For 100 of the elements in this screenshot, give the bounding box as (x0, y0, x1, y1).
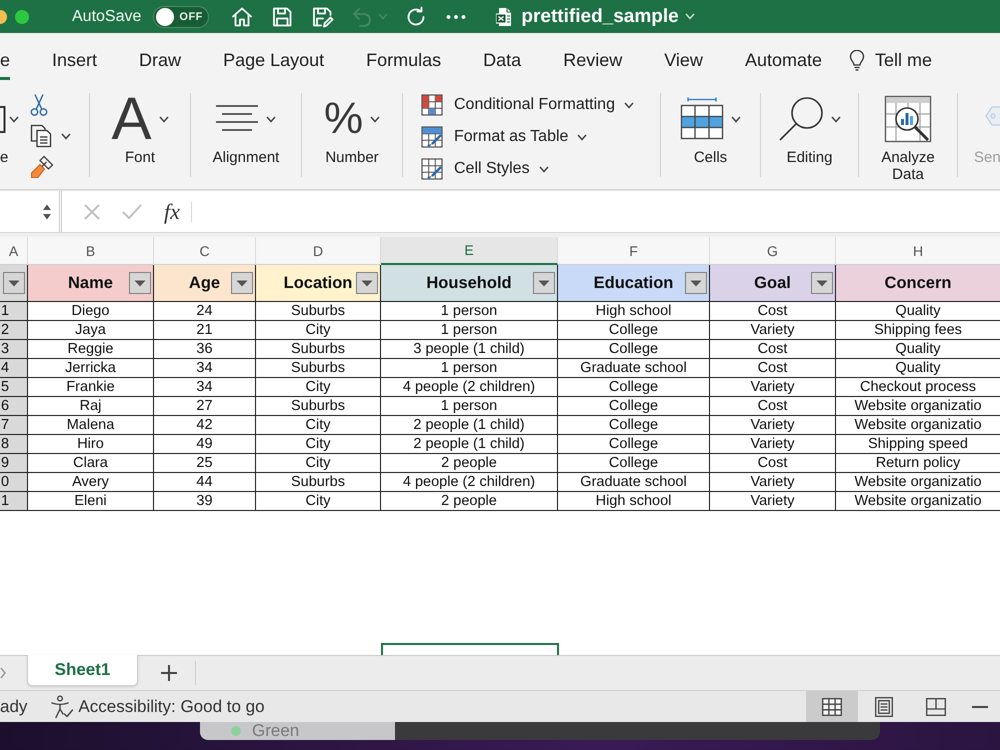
ribbon-tab[interactable]: Data (483, 41, 522, 80)
zoom-out-icon[interactable] (972, 704, 988, 708)
table-cell: 34 (154, 378, 256, 397)
caret-icon[interactable] (9, 116, 19, 122)
header-label: Name (67, 274, 114, 292)
ribbon-tab[interactable]: e (0, 41, 10, 80)
caret-icon[interactable] (538, 166, 549, 172)
filter-dropdown-button[interactable] (129, 272, 151, 294)
document-title[interactable]: prettified_sample (521, 6, 679, 28)
add-sheet-icon[interactable] (160, 664, 178, 682)
editing-button[interactable]: Editing (778, 93, 841, 167)
accessibility-icon[interactable] (50, 694, 74, 718)
column-header[interactable]: D (256, 237, 381, 265)
highlighted-grid-icon (421, 94, 443, 116)
scissors-icon[interactable] (30, 93, 48, 117)
sidebar-label: Green (252, 722, 300, 740)
tell-me-search[interactable]: Tell me (874, 50, 932, 71)
column-header[interactable]: B (28, 237, 154, 265)
sheet-tab[interactable]: Sheet1 (27, 655, 138, 686)
chart-magnifier-icon (884, 95, 932, 143)
cell-styles-button[interactable]: Cell Styles (421, 155, 634, 183)
insert-function-button[interactable]: fx (164, 198, 180, 224)
analyze-data-button[interactable]: Analyze Data (872, 93, 944, 183)
table-cell: Diego (28, 302, 154, 321)
table-cell: Website organizatio (836, 492, 1000, 511)
accessibility-status[interactable]: Accessibility: Good to go (78, 696, 265, 716)
lightbulb-icon[interactable] (848, 50, 865, 72)
table-cell: City (256, 492, 381, 511)
ribbon-tab[interactable]: View (664, 41, 703, 80)
table-cell: Suburbs (256, 302, 381, 321)
table-cell: Variety (710, 378, 836, 397)
table-cell: City (256, 416, 381, 435)
caret-icon[interactable] (624, 102, 634, 108)
copy-icon[interactable] (30, 124, 52, 148)
table-cell: Cost (710, 397, 836, 416)
table-cell: Quality (836, 302, 1000, 321)
format-as-table-button[interactable]: Format as Table (421, 123, 634, 151)
column-header[interactable]: E (381, 237, 558, 265)
normal-view-button[interactable] (806, 691, 858, 722)
clipboard-icon (0, 104, 6, 134)
table-cell: Cost (710, 454, 836, 473)
table-cell: City (256, 321, 381, 340)
paste-button[interactable]: e (0, 93, 19, 167)
number-button[interactable]: % Number (324, 93, 380, 167)
autosave-toggle[interactable]: OFF (153, 6, 210, 28)
caret-icon[interactable] (577, 134, 588, 140)
column-header[interactable]: G (710, 237, 836, 265)
zoom-button[interactable] (15, 10, 29, 24)
caret-icon[interactable] (831, 116, 841, 122)
ribbon-tab[interactable]: Automate (744, 41, 822, 80)
column-header[interactable]: H (836, 237, 1000, 265)
table-cell: Return policy (836, 454, 1000, 473)
column-header[interactable]: A (0, 237, 28, 265)
table-cell: 1 (0, 302, 28, 321)
caret-icon[interactable] (158, 116, 169, 122)
ribbon-tab[interactable]: Page Layout (223, 41, 324, 80)
table-cell: Shipping speed (836, 435, 1000, 454)
ribbon-tab[interactable]: Review (563, 41, 622, 80)
header-label: Concern (884, 274, 952, 292)
stepper-icon[interactable] (42, 202, 52, 220)
filter-dropdown-button[interactable] (685, 272, 707, 294)
filter-dropdown-button[interactable] (356, 272, 378, 294)
table-cell: Variety (710, 416, 836, 435)
table-cell: Shipping fees (836, 321, 1000, 340)
table-cell: 1 person (381, 302, 558, 321)
table-cell: City (256, 435, 381, 454)
table-cell: Website organizatio (836, 416, 1000, 435)
home-icon[interactable] (230, 4, 254, 28)
ribbon-tab[interactable]: Draw (139, 41, 182, 80)
header-label: Education (592, 274, 674, 292)
split-page-icon (926, 698, 946, 716)
caret-icon[interactable] (266, 116, 276, 122)
font-button[interactable]: A Font (111, 93, 169, 167)
table-cell: Quality (836, 340, 1000, 359)
table-cell: Variety (710, 492, 836, 511)
caret-icon[interactable] (61, 132, 71, 140)
table-cell: 21 (154, 321, 256, 340)
cell-brush-icon (421, 158, 443, 180)
save-edit-icon[interactable] (310, 4, 334, 28)
filter-dropdown-button[interactable] (533, 272, 555, 294)
table-brush-icon (421, 126, 443, 148)
alignment-button[interactable]: Alignment (212, 93, 280, 167)
table-cell: Malena (28, 416, 154, 435)
save-icon[interactable] (270, 4, 294, 28)
ribbon-tab[interactable]: Insert (52, 41, 98, 80)
minimize-button[interactable] (0, 10, 7, 24)
text-lines-icon (215, 104, 260, 134)
caret-icon[interactable] (370, 116, 380, 122)
table-cell: City (256, 454, 381, 473)
column-header[interactable]: C (154, 237, 256, 265)
filter-dropdown-button[interactable] (3, 272, 25, 294)
conditional-formatting-button[interactable]: Conditional Formatting (421, 91, 634, 119)
caret-icon[interactable] (731, 116, 741, 122)
cells-button[interactable]: Cells (680, 93, 741, 167)
paintbrush-icon[interactable] (30, 155, 54, 179)
filter-dropdown-button[interactable] (811, 272, 833, 294)
table-cell: 2 people (381, 454, 558, 473)
column-header[interactable]: F (558, 237, 710, 265)
ribbon-tab[interactable]: Formulas (366, 41, 442, 80)
filter-dropdown-button[interactable] (231, 272, 253, 294)
